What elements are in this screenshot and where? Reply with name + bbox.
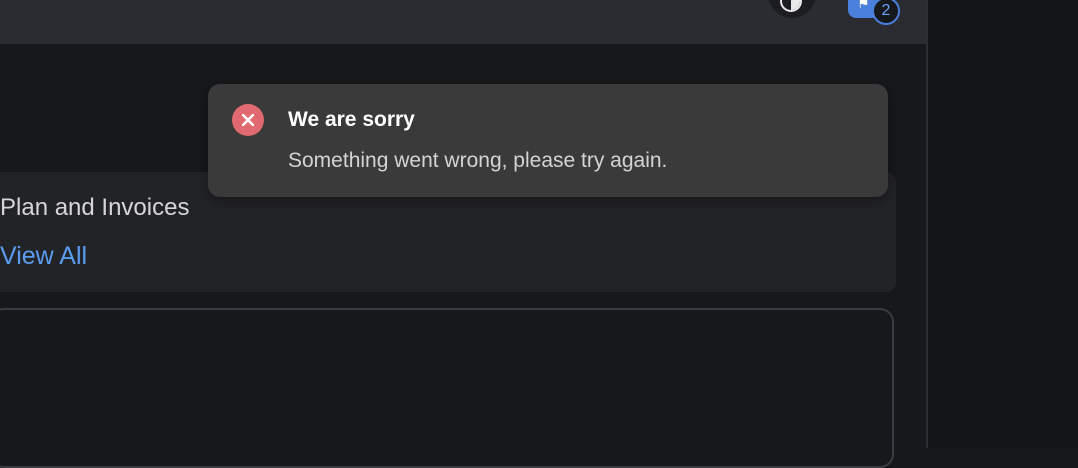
theme-toggle-button[interactable] (768, 0, 816, 18)
app-main: ⚑ 2 Plan and Invoices View All We are so… (0, 0, 926, 468)
contrast-icon (780, 0, 802, 12)
top-bar: ⚑ 2 (0, 0, 926, 44)
card-title: Plan and Invoices (0, 194, 190, 221)
toast-message: Something went wrong, please try again. (288, 149, 668, 172)
side-panel (926, 0, 1078, 448)
error-icon (232, 104, 264, 136)
megaphone-icon: ⚑ (857, 0, 870, 11)
error-toast[interactable]: We are sorry Something went wrong, pleas… (208, 84, 888, 197)
notifications-count-badge: 2 (872, 0, 900, 25)
content-card (0, 308, 894, 468)
toast-title: We are sorry (288, 108, 415, 131)
view-all-link[interactable]: View All (0, 242, 87, 270)
